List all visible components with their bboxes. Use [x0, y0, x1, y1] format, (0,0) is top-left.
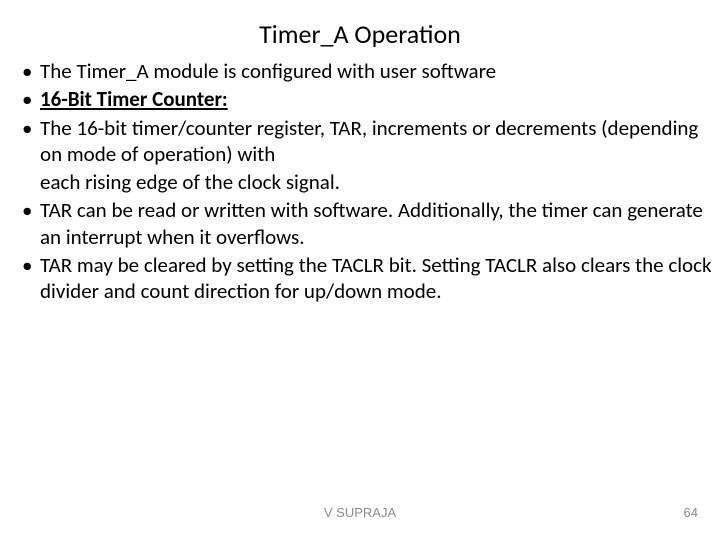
bullet-heading: 16-Bit Timer Counter:: [40, 86, 228, 112]
bullet-item: TAR can be read or written with software…: [18, 197, 712, 250]
bullet-item: The Timer_A module is configured with us…: [18, 58, 712, 84]
bullet-item: TAR may be cleared by setting the TACLR …: [18, 252, 712, 305]
slide-title: Timer_A Operation: [0, 0, 720, 58]
bullet-list: TAR can be read or written with software…: [18, 197, 712, 304]
footer-author: V SUPRAJA: [0, 505, 720, 520]
bullet-item: 16-Bit Timer Counter:: [18, 86, 712, 112]
bullet-continuation: each rising edge of the clock signal.: [18, 169, 712, 195]
bullet-item: The 16-bit timer/counter register, TAR, …: [18, 115, 712, 168]
slide-body: The Timer_A module is configured with us…: [0, 58, 720, 304]
slide: Timer_A Operation The Timer_A module is …: [0, 0, 720, 540]
bullet-list: The Timer_A module is configured with us…: [18, 58, 712, 167]
page-number: 64: [684, 505, 698, 520]
